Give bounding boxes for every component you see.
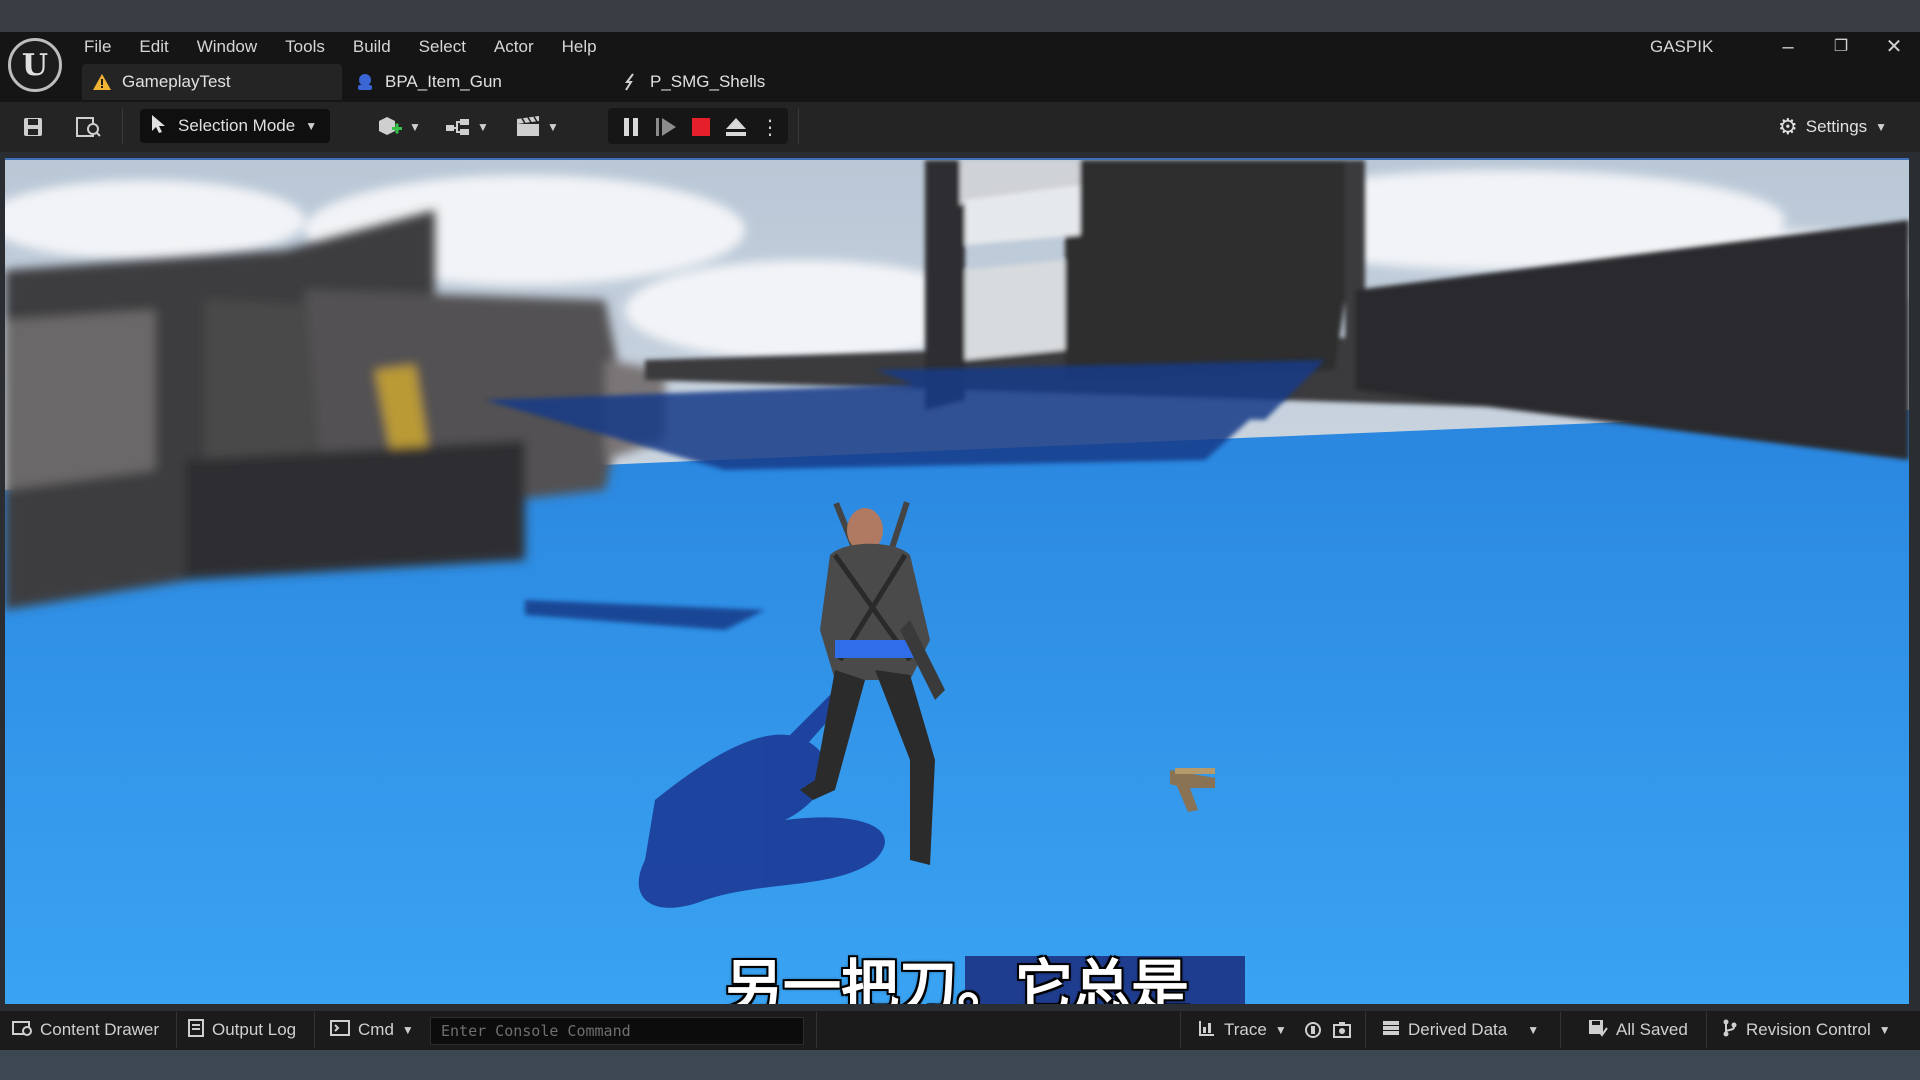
trace-icon <box>1198 1019 1216 1042</box>
stop-icon[interactable] <box>686 110 716 144</box>
save-icon[interactable] <box>18 110 48 144</box>
minimize-icon[interactable]: – <box>1773 34 1803 60</box>
settings-dropdown[interactable]: ⚙ Settings ▼ <box>1778 110 1887 144</box>
unreal-logo-icon[interactable]: U <box>8 38 62 92</box>
chevron-down-icon: ▼ <box>1274 1023 1287 1037</box>
add-actor-button[interactable]: ▼ <box>374 110 424 144</box>
level-warning-icon <box>92 72 112 92</box>
derived-data-icon <box>1382 1019 1400 1042</box>
revision-control-label: Revision Control <box>1746 1020 1871 1039</box>
tab-label: P_SMG_Shells <box>650 72 766 91</box>
cinematics-button[interactable]: ▼ <box>512 110 562 144</box>
status-divider <box>1365 1012 1366 1048</box>
branch-icon <box>1722 1019 1738 1042</box>
tab-gameplaytest[interactable]: GameplayTest <box>82 64 342 100</box>
chevron-down-icon: ▼ <box>1878 1023 1891 1037</box>
browse-content-icon[interactable] <box>72 110 104 144</box>
status-divider <box>176 1012 177 1048</box>
toolbar-divider <box>798 108 799 144</box>
eject-icon[interactable] <box>721 110 751 144</box>
derived-data-label: Derived Data <box>1408 1020 1508 1039</box>
console-command-input[interactable]: Enter Console Command <box>430 1017 804 1045</box>
tab-bpa-item-gun[interactable]: BPA_Item_Gun <box>355 64 502 100</box>
chevron-down-icon: ▼ <box>547 120 559 134</box>
all-saved-label: All Saved <box>1616 1020 1688 1039</box>
derived-data-dropdown[interactable]: Derived Data ▼ <box>1382 1012 1539 1048</box>
status-divider <box>1180 1012 1181 1048</box>
tab-label: BPA_Item_Gun <box>385 72 502 91</box>
all-saved-button[interactable]: All Saved <box>1588 1012 1688 1048</box>
blueprint-icon <box>355 72 375 92</box>
menu-build[interactable]: Build <box>339 34 405 60</box>
trace-dropdown[interactable]: Trace ▼ <box>1198 1012 1287 1048</box>
menu-tools[interactable]: Tools <box>271 34 339 60</box>
status-divider <box>1706 1012 1707 1048</box>
chevron-down-icon: ▼ <box>477 120 489 134</box>
tab-label: GameplayTest <box>122 72 231 91</box>
save-status-icon <box>1588 1019 1608 1042</box>
menu-actor[interactable]: Actor <box>480 34 548 60</box>
trace-label: Trace <box>1224 1020 1267 1039</box>
output-log-button[interactable]: Output Log <box>188 1012 296 1048</box>
main-menu: File Edit Window Tools Build Select Acto… <box>70 34 611 60</box>
status-divider <box>1560 1012 1561 1048</box>
revision-control-dropdown[interactable]: Revision Control ▼ <box>1722 1012 1891 1048</box>
cmd-dropdown[interactable]: Cmd ▼ <box>330 1012 414 1048</box>
status-divider <box>816 1012 817 1048</box>
particle-icon <box>620 72 640 92</box>
output-log-label: Output Log <box>212 1020 297 1039</box>
screen-bottom-band <box>0 1050 1920 1080</box>
close-icon[interactable]: ✕ <box>1879 34 1909 60</box>
menu-select[interactable]: Select <box>405 34 480 60</box>
restore-icon[interactable]: ❐ <box>1826 34 1856 60</box>
record-trace-icon[interactable] <box>1304 1012 1322 1048</box>
chevron-down-icon: ▼ <box>401 1023 414 1037</box>
status-divider <box>314 1012 315 1048</box>
menu-help[interactable]: Help <box>548 34 611 60</box>
selection-mode-dropdown[interactable]: Selection Mode ▼ <box>140 109 330 143</box>
content-drawer-label: Content Drawer <box>40 1020 160 1039</box>
toolbar-divider <box>122 108 123 144</box>
chevron-down-icon: ▼ <box>409 120 421 134</box>
pause-icon[interactable] <box>616 110 646 144</box>
chevron-down-icon: ▼ <box>1527 1023 1540 1037</box>
content-drawer-button[interactable]: Content Drawer <box>12 1012 159 1048</box>
step-forward-icon[interactable] <box>651 110 681 144</box>
content-drawer-icon <box>12 1019 32 1042</box>
gear-icon: ⚙ <box>1778 114 1798 139</box>
blueprints-button[interactable]: ▼ <box>442 110 492 144</box>
level-viewport[interactable]: 另一把刀。它总是 <box>5 158 1909 1004</box>
tab-p-smg-shells[interactable]: P_SMG_Shells <box>620 64 765 100</box>
chevron-down-icon: ▼ <box>305 119 318 133</box>
user-name[interactable]: GASPIK <box>1650 37 1713 57</box>
settings-label: Settings <box>1805 117 1868 136</box>
cursor-icon <box>150 114 168 139</box>
screen-top-band <box>0 0 1920 32</box>
menu-file[interactable]: File <box>70 34 125 60</box>
menu-window[interactable]: Window <box>183 34 271 60</box>
output-log-icon <box>188 1018 204 1042</box>
cmd-label: Cmd <box>358 1020 394 1039</box>
game-scene <box>5 160 1909 1004</box>
more-options-icon[interactable]: ⋮ <box>758 110 782 144</box>
selection-mode-label: Selection Mode <box>178 116 296 135</box>
chevron-down-icon: ▼ <box>1875 120 1888 134</box>
screenshot-icon[interactable] <box>1333 1012 1351 1048</box>
subtitle-text: 另一把刀。它总是 <box>724 953 1189 1004</box>
menu-edit[interactable]: Edit <box>125 34 182 60</box>
terminal-icon <box>330 1019 350 1041</box>
